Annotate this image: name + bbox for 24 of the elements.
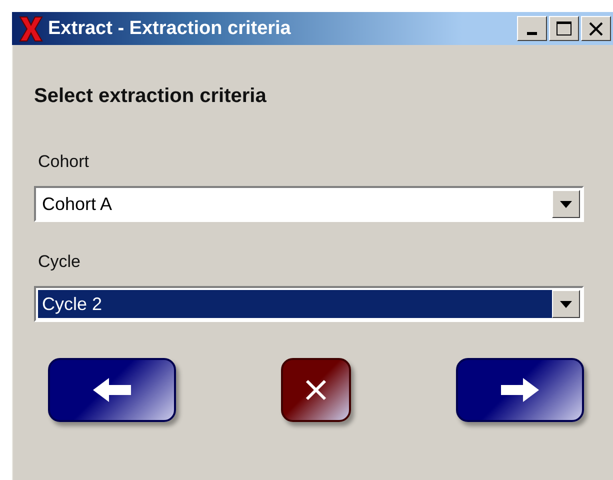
dropdown-field[interactable]: Cohort A — [34, 186, 584, 222]
dropdown-field[interactable]: Cycle 2 — [34, 286, 584, 322]
minimize-button[interactable] — [517, 16, 547, 41]
section-heading: Select extraction criteria — [34, 85, 268, 108]
minimize-icon — [527, 32, 537, 35]
dropdown-arrow-button[interactable] — [552, 190, 580, 218]
dropdown-arrow-button[interactable] — [552, 290, 580, 318]
close-icon — [305, 379, 327, 401]
window-title: Extract - Extraction criteria — [48, 18, 292, 40]
close-button[interactable] — [581, 16, 611, 41]
app-logo-icon — [18, 14, 44, 42]
maximize-button[interactable] — [549, 16, 579, 41]
maximize-icon — [556, 21, 572, 36]
right-arrow-icon — [501, 378, 539, 402]
cancel-button[interactable] — [281, 358, 351, 422]
field-label: Cohort — [38, 152, 90, 172]
dropdown-value: Cycle 2 — [38, 290, 552, 318]
back-button[interactable] — [48, 358, 176, 422]
close-icon — [589, 22, 603, 36]
left-arrow-icon — [93, 378, 131, 402]
down-triangle-icon — [560, 300, 572, 308]
down-triangle-icon — [560, 200, 572, 208]
field-label: Cycle — [38, 252, 82, 272]
next-button[interactable] — [456, 358, 584, 422]
